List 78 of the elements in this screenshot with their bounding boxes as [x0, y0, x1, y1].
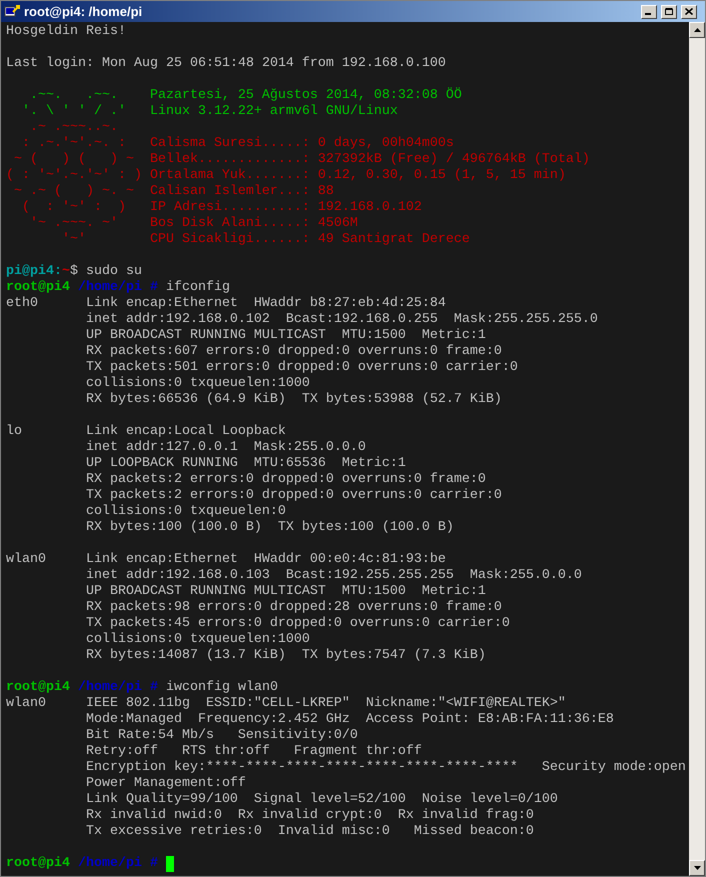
- interface-name: eth0: [6, 296, 39, 312]
- terminal-output-line: RX bytes:100 (100.0 B) TX bytes:100 (100.0 B): [86, 520, 454, 536]
- ascii-art-line: ~ ( ) ( ) ~: [12, 152, 134, 168]
- system-info-line: Bos Disk Alani.....: 4506M: [150, 216, 358, 232]
- terminal-output-line: Last login: Mon Aug 25 06:51:48 2014 from 192.168.0.100: [6, 56, 446, 72]
- scroll-down-button[interactable]: [689, 860, 705, 876]
- terminal-output-line: inet addr:192.168.0.103 Bcast:192.255.255.255 Mask:255.0.0.0: [86, 568, 582, 584]
- interface-name: wlan0: [6, 552, 47, 568]
- terminal-output-line: Hosgeldin Reis!: [6, 24, 126, 40]
- scrollbar[interactable]: [689, 22, 705, 876]
- prompt-text: pi@pi4:: [6, 264, 62, 280]
- down-arrow-icon: [694, 866, 700, 870]
- prompt-text: ~: [62, 264, 70, 280]
- ascii-art-line: : .~.'~'.~. :: [20, 136, 126, 152]
- terminal-output-line: Power Management:off: [86, 776, 246, 792]
- system-info-line: IP Adresi..........: 192.168.0.102: [150, 200, 422, 216]
- close-button[interactable]: [681, 4, 697, 18]
- scroll-up-button[interactable]: [689, 22, 705, 38]
- terminal-output-line: inet addr:192.168.0.102 Bcast:192.168.0.255 Mask:255.255.255.0: [86, 312, 598, 328]
- terminal-output-line: UP LOOPBACK RUNNING MTU:65536 Metric:1: [86, 456, 406, 472]
- terminal-output-line: collisions:0 txqueuelen:0: [86, 504, 286, 520]
- system-info-line: Linux 3.12.22+ armv6l GNU/Linux: [150, 104, 398, 120]
- terminal-output-line: Link encap:Local Loopback: [86, 424, 286, 440]
- terminal-output-line: RX packets:2 errors:0 dropped:0 overruns:0 frame:0: [86, 472, 486, 488]
- system-info-line: Pazartesi, 25 Ağustos 2014, 08:32:08 ÖÖ: [150, 88, 462, 104]
- terminal-output-line: inet addr:127.0.0.1 Mask:255.0.0.0: [86, 440, 366, 456]
- prompt-text: $ sudo su: [70, 264, 142, 280]
- terminal-output-line: Rx invalid nwid:0 Rx invalid crypt:0 Rx invalid frag:0: [86, 808, 534, 824]
- terminal-output-line: RX bytes:14087 (13.7 KiB) TX bytes:7547 (7.3 KiB): [86, 648, 486, 664]
- terminal-output-line: RX bytes:66536 (64.9 KiB) TX bytes:53988 (52.7 KiB): [86, 392, 502, 408]
- maximize-button[interactable]: [661, 4, 677, 18]
- window-title: root@pi4: /home/pi: [24, 2, 144, 21]
- ascii-art-line: ( : '~' : ): [20, 200, 126, 216]
- terminal-output-line: Bit Rate:54 Mb/s Sensitivity:0/0: [86, 728, 358, 744]
- ascii-art-line: ( : '~'.~.'~' : ): [6, 168, 142, 184]
- system-info-line: Calisan Islemler...: 88: [150, 184, 334, 200]
- prompt-text: iwconfig wlan0: [164, 680, 278, 696]
- prompt-text: /home/pi #: [76, 856, 158, 872]
- ascii-art-line: '~': [60, 232, 86, 248]
- system-info-line: Calisma Suresi.....: 0 days, 00h04m00s: [150, 136, 454, 152]
- system-info-line: Bellek.............: 327392kB (Free) / 496764kB (Total): [150, 152, 590, 168]
- prompt-text: root@pi4: [6, 280, 70, 296]
- terminal-output-line: collisions:0 txqueuelen:1000: [86, 376, 310, 392]
- terminal-output-line: RX packets:98 errors:0 dropped:28 overruns:0 frame:0: [86, 600, 502, 616]
- terminal-output-line: Link encap:Ethernet HWaddr 00:e0:4c:81:93:be: [86, 552, 446, 568]
- ascii-art-line: .~~. .~~.: [28, 88, 118, 104]
- close-icon: [685, 8, 693, 15]
- interface-name: lo: [6, 424, 23, 440]
- terminal-output-line: RX packets:607 errors:0 dropped:0 overruns:0 frame:0: [86, 344, 502, 360]
- terminal-output-line: IEEE 802.11bg ESSID:"CELL-LKREP" Nickname:"<WIFI@REALTEK>": [86, 696, 566, 712]
- prompt-text: root@pi4: [6, 856, 70, 872]
- terminal-output-line: UP BROADCAST RUNNING MULTICAST MTU:1500 Metric:1: [86, 584, 486, 600]
- up-arrow-icon: [694, 28, 700, 32]
- system-info-line: Ortalama Yuk.......: 0.12, 0.30, 0.15 (1, 5, 15 min): [150, 168, 566, 184]
- ascii-art-line: ~ .~ ( ) ~. ~: [12, 184, 134, 200]
- ascii-art-line: '. \ ' ' / .': [20, 104, 126, 120]
- ascii-art-line: '~ .~~~. ~': [28, 216, 118, 232]
- terminal-output-line: UP BROADCAST RUNNING MULTICAST MTU:1500 Metric:1: [86, 328, 486, 344]
- minimize-button[interactable]: [641, 4, 657, 18]
- system-info-line: CPU Sicakligi......: 49 Santigrat Derece: [150, 232, 470, 248]
- terminal-output-line: collisions:0 txqueuelen:1000: [86, 632, 310, 648]
- terminal-output-line: TX packets:45 errors:0 dropped:0 overruns:0 carrier:0: [86, 616, 510, 632]
- terminal-output-line: Link encap:Ethernet HWaddr b8:27:eb:4d:25:84: [86, 296, 446, 312]
- maximize-icon: [665, 8, 673, 15]
- prompt-text: /home/pi #: [76, 280, 158, 296]
- interface-name: wlan0: [6, 696, 47, 712]
- prompt-text: /home/pi #: [76, 680, 158, 696]
- terminal-output-line: Encryption key:****-****-****-****-****-****-****-**** Security mode:open: [86, 760, 686, 776]
- terminal-output-line: Mode:Managed Frequency:2.452 GHz Access Point: E8:AB:FA:11:36:E8: [86, 712, 614, 728]
- terminal-output-line: Tx excessive retries:0 Invalid misc:0 Missed beacon:0: [86, 824, 534, 840]
- ascii-art-line: .~ .~~~..~.: [28, 120, 118, 136]
- terminal-output-line: TX packets:2 errors:0 dropped:0 overruns:0 carrier:0: [86, 488, 502, 504]
- terminal-output-line: Retry:off RTS thr:off Fragment thr:off: [86, 744, 422, 760]
- terminal-output-line: TX packets:501 errors:0 dropped:0 overruns:0 carrier:0: [86, 360, 518, 376]
- prompt-text: ifconfig: [164, 280, 230, 296]
- terminal-icon: [4, 4, 20, 20]
- terminal-output-line: Link Quality=99/100 Signal level=52/100 Noise level=0/100: [86, 792, 558, 808]
- prompt-text: root@pi4: [6, 680, 70, 696]
